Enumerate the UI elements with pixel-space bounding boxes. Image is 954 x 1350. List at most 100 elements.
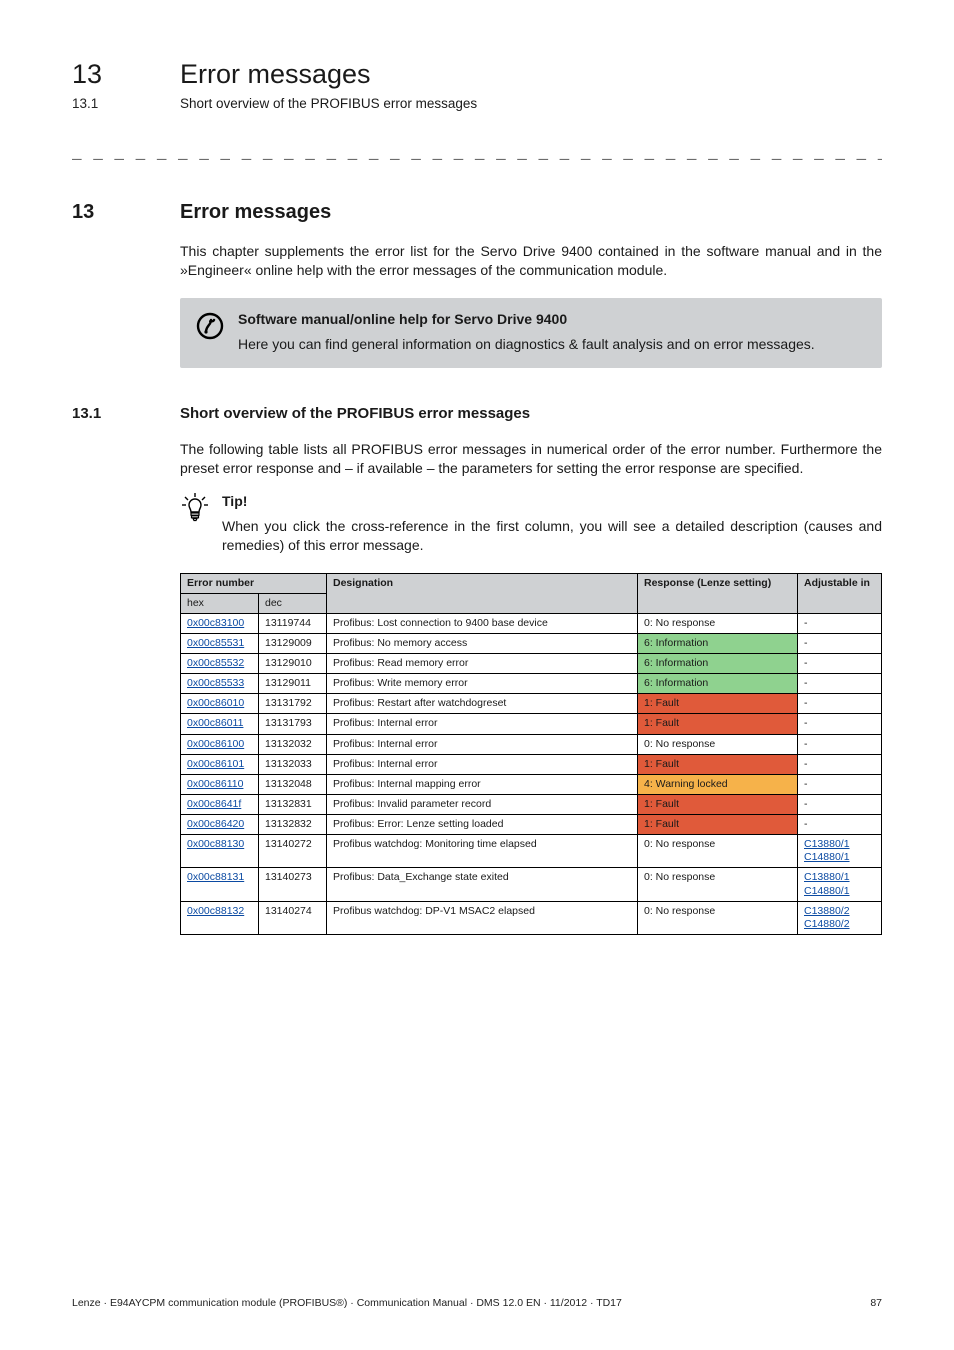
th-adjustable: Adjustable in (798, 573, 882, 613)
th-designation: Designation (327, 573, 638, 613)
error-hex-link[interactable]: 0x00c86101 (187, 758, 244, 770)
error-hex-link[interactable]: 0x00c85532 (187, 657, 244, 669)
adjustable-link[interactable]: C13880/1 (804, 871, 850, 883)
error-hex-link[interactable]: 0x00c88130 (187, 838, 244, 850)
table-row: 0x00c86420 13132832Profibus: Error: Lenze… (181, 815, 882, 835)
error-adjustable: - (798, 714, 882, 734)
table-row: 0x00c85533 13129011Profibus: Write memory… (181, 674, 882, 694)
subsection-number: 13.1 (72, 405, 101, 422)
section-number: 13 (72, 201, 94, 223)
error-response: 0: No response (638, 901, 798, 934)
th-response: Response (Lenze setting) (638, 573, 798, 613)
error-dec: 13132032 (259, 734, 327, 754)
error-adjustable: - (798, 774, 882, 794)
section-title: Error messages (180, 201, 331, 223)
error-dec: 13129010 (259, 654, 327, 674)
error-dec: 13131793 (259, 714, 327, 734)
error-adjustable: C13880/1C14880/1 (798, 835, 882, 868)
tip-body: When you click the cross-reference in th… (222, 517, 882, 555)
error-adjustable: - (798, 815, 882, 835)
error-dec: 13131792 (259, 694, 327, 714)
error-hex-link[interactable]: 0x00c8641f (187, 798, 241, 810)
callout-title: Software manual/online help for Servo Dr… (238, 310, 866, 329)
error-hex-link[interactable]: 0x00c86110 (187, 778, 243, 790)
header-chapter-num: 13 (72, 59, 102, 89)
subsection-intro: The following table lists all PROFIBUS e… (180, 440, 882, 478)
error-response: 6: Information (638, 633, 798, 653)
error-designation: Profibus watchdog: Monitoring time elaps… (327, 835, 638, 868)
adjustable-link[interactable]: C13880/1 (804, 838, 850, 850)
error-adjustable: - (798, 633, 882, 653)
callout-body: Here you can find general information on… (238, 335, 866, 354)
error-adjustable: - (798, 674, 882, 694)
tip-label: Tip! (222, 492, 882, 511)
error-dec: 13129011 (259, 674, 327, 694)
error-adjustable: - (798, 694, 882, 714)
error-designation: Profibus: Invalid parameter record (327, 794, 638, 814)
footer-page-number: 87 (870, 1296, 882, 1310)
error-dec: 13140274 (259, 901, 327, 934)
error-hex-link[interactable]: 0x00c88131 (187, 871, 244, 883)
table-row: 0x00c88131 13140273Profibus: Data_Exchang… (181, 868, 882, 901)
info-callout: Software manual/online help for Servo Dr… (180, 298, 882, 368)
table-row: 0x00c86100 13132032Profibus: Internal err… (181, 734, 882, 754)
tip-block: Tip! When you click the cross-reference … (180, 492, 882, 555)
section-intro: This chapter supplements the error list … (180, 242, 882, 280)
th-hex: hex (181, 593, 259, 613)
table-row: 0x00c8553113129009Profibus: No memory ac… (181, 633, 882, 653)
error-dec: 13132033 (259, 754, 327, 774)
error-hex-link[interactable]: 0x00c85531 (187, 637, 244, 649)
adjustable-link[interactable]: C14880/2 (804, 918, 850, 930)
error-adjustable: C13880/2C14880/2 (798, 901, 882, 934)
error-response: 1: Fault (638, 794, 798, 814)
error-hex-link[interactable]: 0x00c88132 (187, 905, 244, 917)
table-row: 0x00c8813013140272Profibus watchdog: Mon… (181, 835, 882, 868)
error-designation: Profibus: Data_Exchange state exited (327, 868, 638, 901)
subsection-title: Short overview of the PROFIBUS error mes… (180, 405, 530, 422)
table-row: 0x00c8610113132033Profibus: Internal err… (181, 754, 882, 774)
error-response: 4: Warning locked (638, 774, 798, 794)
error-designation: Profibus: Internal mapping error (327, 774, 638, 794)
error-designation: Profibus watchdog: DP-V1 MSAC2 elapsed (327, 901, 638, 934)
error-hex-link[interactable]: 0x00c86010 (187, 697, 244, 709)
table-row: 0x00c86010 13131792Profibus: Restart afte… (181, 694, 882, 714)
error-response: 0: No response (638, 835, 798, 868)
header-sub-title: Short overview of the PROFIBUS error mes… (180, 96, 477, 111)
error-hex-link[interactable]: 0x00c83100 (187, 617, 244, 629)
table-row: 0x00c83100 13119744Profibus: Lost connect… (181, 613, 882, 633)
th-error-number: Error number (181, 573, 327, 593)
table-row: 0x00c8641f 13132831Profibus: Invalid para… (181, 794, 882, 814)
table-row: 0x00c86011 13131793Profibus: Internal err… (181, 714, 882, 734)
error-response: 1: Fault (638, 754, 798, 774)
error-designation: Profibus: Restart after watchdogreset (327, 694, 638, 714)
lightbulb-icon (180, 492, 210, 555)
error-hex-link[interactable]: 0x00c86100 (187, 738, 244, 750)
header-sub-num: 13.1 (72, 96, 98, 111)
error-designation: Profibus: Internal error (327, 734, 638, 754)
error-designation: Profibus: Error: Lenze setting loaded (327, 815, 638, 835)
footer-left: Lenze · E94AYCPM communication module (P… (72, 1296, 622, 1310)
error-adjustable: - (798, 613, 882, 633)
adjustable-link[interactable]: C13880/2 (804, 905, 850, 917)
error-designation: Profibus: Internal error (327, 714, 638, 734)
error-hex-link[interactable]: 0x00c85533 (187, 677, 244, 689)
divider: _ _ _ _ _ _ _ _ _ _ _ _ _ _ _ _ _ _ _ _ … (72, 144, 882, 166)
error-designation: Profibus: Lost connection to 9400 base d… (327, 613, 638, 633)
error-dec: 13132831 (259, 794, 327, 814)
error-response: 0: No response (638, 613, 798, 633)
error-hex-link[interactable]: 0x00c86420 (187, 818, 244, 830)
error-adjustable: - (798, 754, 882, 774)
error-dec: 13140273 (259, 868, 327, 901)
adjustable-link[interactable]: C14880/1 (804, 885, 850, 897)
adjustable-link[interactable]: C14880/1 (804, 851, 850, 863)
error-designation: Profibus: Write memory error (327, 674, 638, 694)
table-row: 0x00c8553213129010Profibus: Read memory … (181, 654, 882, 674)
error-response: 0: No response (638, 868, 798, 901)
error-response: 0: No response (638, 734, 798, 754)
error-response: 6: Information (638, 654, 798, 674)
error-adjustable: - (798, 654, 882, 674)
error-dec: 13119744 (259, 613, 327, 633)
error-designation: Profibus: No memory access (327, 633, 638, 653)
error-dec: 13132832 (259, 815, 327, 835)
error-hex-link[interactable]: 0x00c86011 (187, 717, 243, 729)
